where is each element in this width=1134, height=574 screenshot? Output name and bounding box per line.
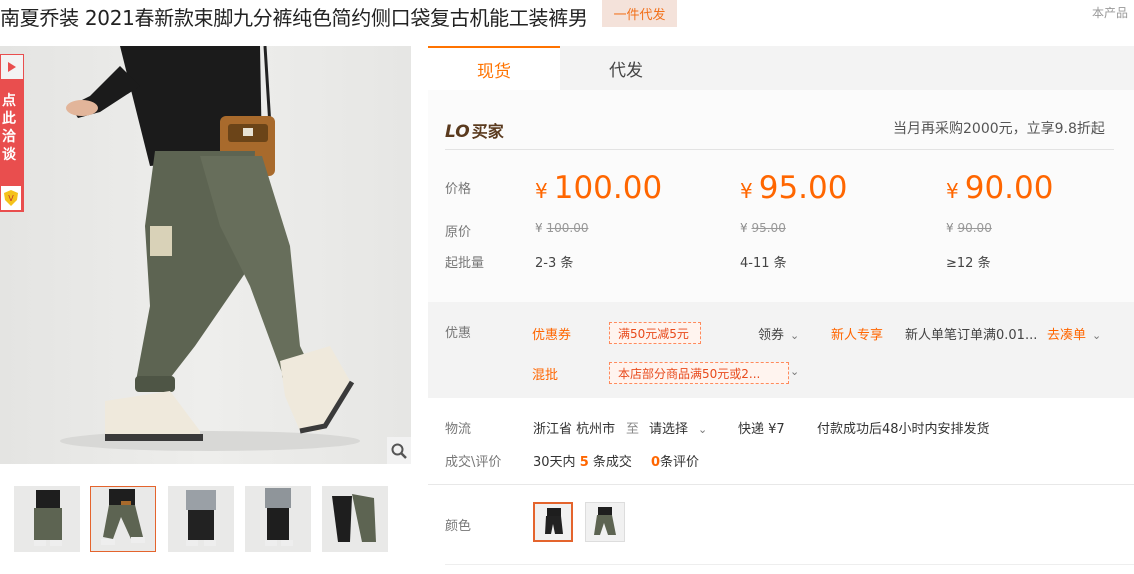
buyer-level-label: 买家 bbox=[471, 122, 504, 141]
product-note: 本产品 bbox=[1092, 6, 1129, 20]
mix-batch-expand[interactable]: ⌄ bbox=[790, 364, 799, 379]
logistics-label: 物流 bbox=[445, 422, 472, 437]
coupon-chip[interactable]: 满50元减5元 bbox=[609, 322, 701, 344]
tier-price-value: 100.00 bbox=[553, 170, 663, 206]
color-label: 颜色 bbox=[445, 519, 472, 534]
thumbnail[interactable] bbox=[90, 486, 156, 552]
tier-moq: ≥12 条 bbox=[946, 256, 991, 271]
divider bbox=[445, 149, 1114, 150]
currency-symbol: ¥ bbox=[740, 221, 748, 235]
thumbnail[interactable] bbox=[245, 486, 311, 552]
ship-to-word: 至 bbox=[626, 422, 640, 437]
tier-price: ¥100.00 bbox=[535, 170, 662, 206]
dropship-badge[interactable]: 一件代发 bbox=[602, 0, 677, 27]
mix-batch-label: 混批 bbox=[532, 368, 559, 383]
destination-select-label: 请选择 bbox=[649, 422, 689, 437]
tab-dropship[interactable]: 代发 bbox=[560, 46, 692, 90]
reviews-summary[interactable]: 0条评价 bbox=[651, 451, 699, 470]
zoom-icon[interactable] bbox=[387, 437, 411, 464]
currency-symbol: ¥ bbox=[946, 221, 954, 235]
express-fee: 快递 ¥7 bbox=[738, 422, 785, 437]
color-option[interactable] bbox=[533, 502, 573, 542]
go-order-label: 去凑单 bbox=[1047, 328, 1087, 343]
shield-badge-icon: V bbox=[1, 186, 21, 210]
original-price-value: 100.00 bbox=[546, 221, 589, 235]
original-price-value: 90.00 bbox=[957, 221, 992, 235]
deals-count: 5 bbox=[579, 455, 589, 470]
tier-price-value: 95.00 bbox=[758, 170, 848, 206]
currency-symbol: ¥ bbox=[740, 179, 753, 203]
thumbnail[interactable] bbox=[168, 486, 234, 552]
tier-moq: 4-11 条 bbox=[740, 256, 787, 271]
original-price: ¥ 90.00 bbox=[946, 221, 992, 235]
chevron-down-icon: ⌄ bbox=[790, 365, 800, 378]
destination-select[interactable]: 请选择 ⌄ bbox=[649, 418, 707, 437]
deals-suffix: 条成交 bbox=[592, 455, 632, 470]
tier-price: ¥95.00 bbox=[740, 170, 847, 206]
go-order-link[interactable]: 去凑单 ⌄ bbox=[1047, 324, 1101, 343]
get-coupon-label: 领券 bbox=[758, 328, 785, 343]
currency-symbol: ¥ bbox=[535, 221, 543, 235]
product-title: 南夏乔装 2021春新款束脚九分裤纯色简约侧口袋复古机能工装裤男 bbox=[0, 6, 588, 30]
chevron-down-icon: ⌄ bbox=[1092, 329, 1102, 342]
mix-batch-chip[interactable]: 本店部分商品满50元或2... bbox=[609, 362, 789, 384]
dispatch-time: 付款成功后48小时内安排发货 bbox=[817, 422, 990, 437]
deals-prefix: 30天内 bbox=[533, 455, 576, 470]
color-option[interactable] bbox=[585, 502, 625, 542]
original-price-value: 95.00 bbox=[751, 221, 786, 235]
chat-tab-label: 点此洽谈 bbox=[2, 93, 16, 163]
reviews-suffix: 条评价 bbox=[660, 455, 700, 470]
original-price: ¥ 95.00 bbox=[740, 221, 786, 235]
reviews-count: 0 bbox=[651, 455, 661, 470]
repurchase-promo: 当月再采购2000元，立享9.8折起 bbox=[893, 121, 1105, 137]
moq-label: 起批量 bbox=[445, 256, 485, 271]
tab-in-stock[interactable]: 现货 bbox=[428, 46, 560, 90]
deals-reviews-label: 成交\评价 bbox=[445, 455, 502, 470]
chat-side-tab[interactable]: 点此洽谈 V bbox=[0, 54, 24, 212]
price-label: 价格 bbox=[445, 182, 472, 197]
currency-symbol: ¥ bbox=[946, 179, 959, 203]
tier-price-value: 90.00 bbox=[964, 170, 1054, 206]
tier-price: ¥90.00 bbox=[946, 170, 1053, 206]
discount-label: 优惠 bbox=[445, 326, 472, 341]
tier-moq: 2-3 条 bbox=[535, 256, 574, 271]
original-price-label: 原价 bbox=[445, 225, 472, 240]
chevron-down-icon: ⌄ bbox=[790, 329, 800, 342]
deals-summary[interactable]: 30天内 5 条成交 bbox=[533, 451, 632, 470]
thumbnail[interactable] bbox=[322, 486, 388, 552]
newcomer-offer: 新人单笔订单满0.01... bbox=[905, 328, 1038, 343]
buyer-level-mark: LO bbox=[445, 122, 470, 142]
get-coupon-button[interactable]: 领券 ⌄ bbox=[758, 324, 799, 343]
main-product-image[interactable] bbox=[0, 46, 411, 464]
stock-type-tabs: 现货 代发 bbox=[428, 46, 1134, 90]
play-arrow-icon[interactable] bbox=[0, 54, 24, 80]
svg-text:V: V bbox=[8, 194, 14, 203]
buyer-level-logo: LO 买家 bbox=[445, 118, 504, 142]
divider bbox=[428, 484, 1134, 485]
newcomer-label: 新人专享 bbox=[831, 328, 884, 343]
coupon-label: 优惠券 bbox=[532, 328, 572, 343]
divider bbox=[445, 564, 1134, 565]
thumbnail[interactable] bbox=[14, 486, 80, 552]
original-price: ¥ 100.00 bbox=[535, 221, 588, 235]
chevron-down-icon: ⌄ bbox=[698, 423, 708, 436]
currency-symbol: ¥ bbox=[535, 179, 548, 203]
ship-from: 浙江省 杭州市 bbox=[533, 422, 616, 437]
